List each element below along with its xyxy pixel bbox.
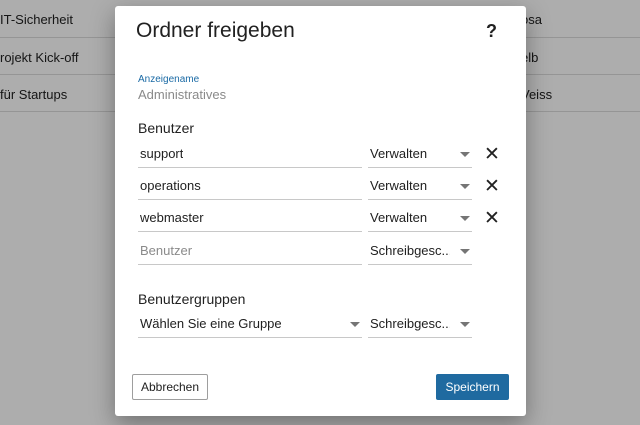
help-icon[interactable]: ? [486, 21, 497, 42]
display-name-label: Anzeigename [138, 74, 200, 85]
user-name-field[interactable]: operations [138, 172, 362, 200]
permission-value: Verwalten [370, 210, 428, 225]
user-name-field[interactable]: webmaster [138, 204, 362, 232]
users-heading: Benutzer [138, 120, 195, 136]
chevron-down-icon [460, 152, 470, 157]
new-user-permission-select[interactable]: Schreibgesc... [368, 237, 472, 265]
permission-value: Verwalten [370, 178, 428, 193]
chevron-down-icon [460, 249, 470, 254]
group-select-placeholder: Wählen Sie eine Gruppe [140, 316, 282, 331]
permission-value: Verwalten [370, 146, 428, 161]
cancel-button[interactable]: Abbrechen [132, 374, 208, 400]
user-name: support [140, 146, 184, 161]
user-name-field[interactable]: support [138, 140, 362, 168]
save-button[interactable]: Speichern [436, 374, 509, 400]
group-permission-select[interactable]: Schreibgesc... [368, 310, 472, 338]
user-permission-select[interactable]: Verwalten [368, 204, 472, 232]
groups-heading: Benutzergruppen [138, 291, 246, 307]
user-permission-select[interactable]: Verwalten [368, 172, 472, 200]
chevron-down-icon [460, 184, 470, 189]
permission-value: Schreibgesc... [370, 316, 450, 331]
permission-value: Schreibgesc... [370, 243, 450, 258]
dialog-title: Ordner freigeben [136, 19, 295, 42]
chevron-down-icon [460, 216, 470, 221]
chevron-down-icon [350, 322, 360, 327]
new-user-placeholder: Benutzer [140, 243, 193, 258]
share-folder-dialog: Ordner freigeben ? Anzeigename Administr… [115, 6, 526, 416]
user-permission-select[interactable]: Verwalten [368, 140, 472, 168]
display-name-value: Administratives [138, 87, 227, 102]
new-user-input[interactable]: Benutzer [138, 237, 362, 265]
user-name: webmaster [140, 210, 204, 225]
close-icon[interactable]: ✕ [484, 145, 500, 164]
close-icon[interactable]: ✕ [484, 177, 500, 196]
close-icon[interactable]: ✕ [484, 209, 500, 228]
group-select[interactable]: Wählen Sie eine Gruppe [138, 310, 362, 338]
user-name: operations [140, 178, 201, 193]
chevron-down-icon [460, 322, 470, 327]
